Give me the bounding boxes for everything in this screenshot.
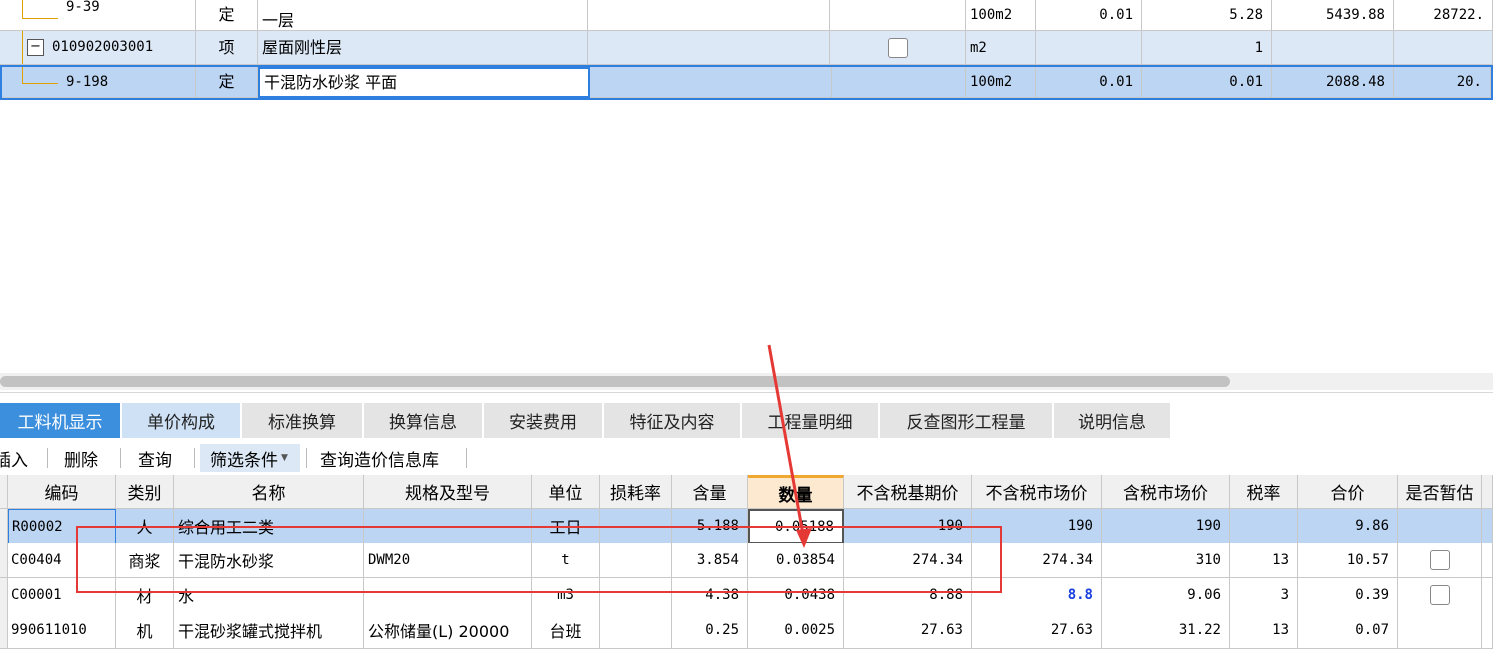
annotation-arrow [767,344,812,548]
